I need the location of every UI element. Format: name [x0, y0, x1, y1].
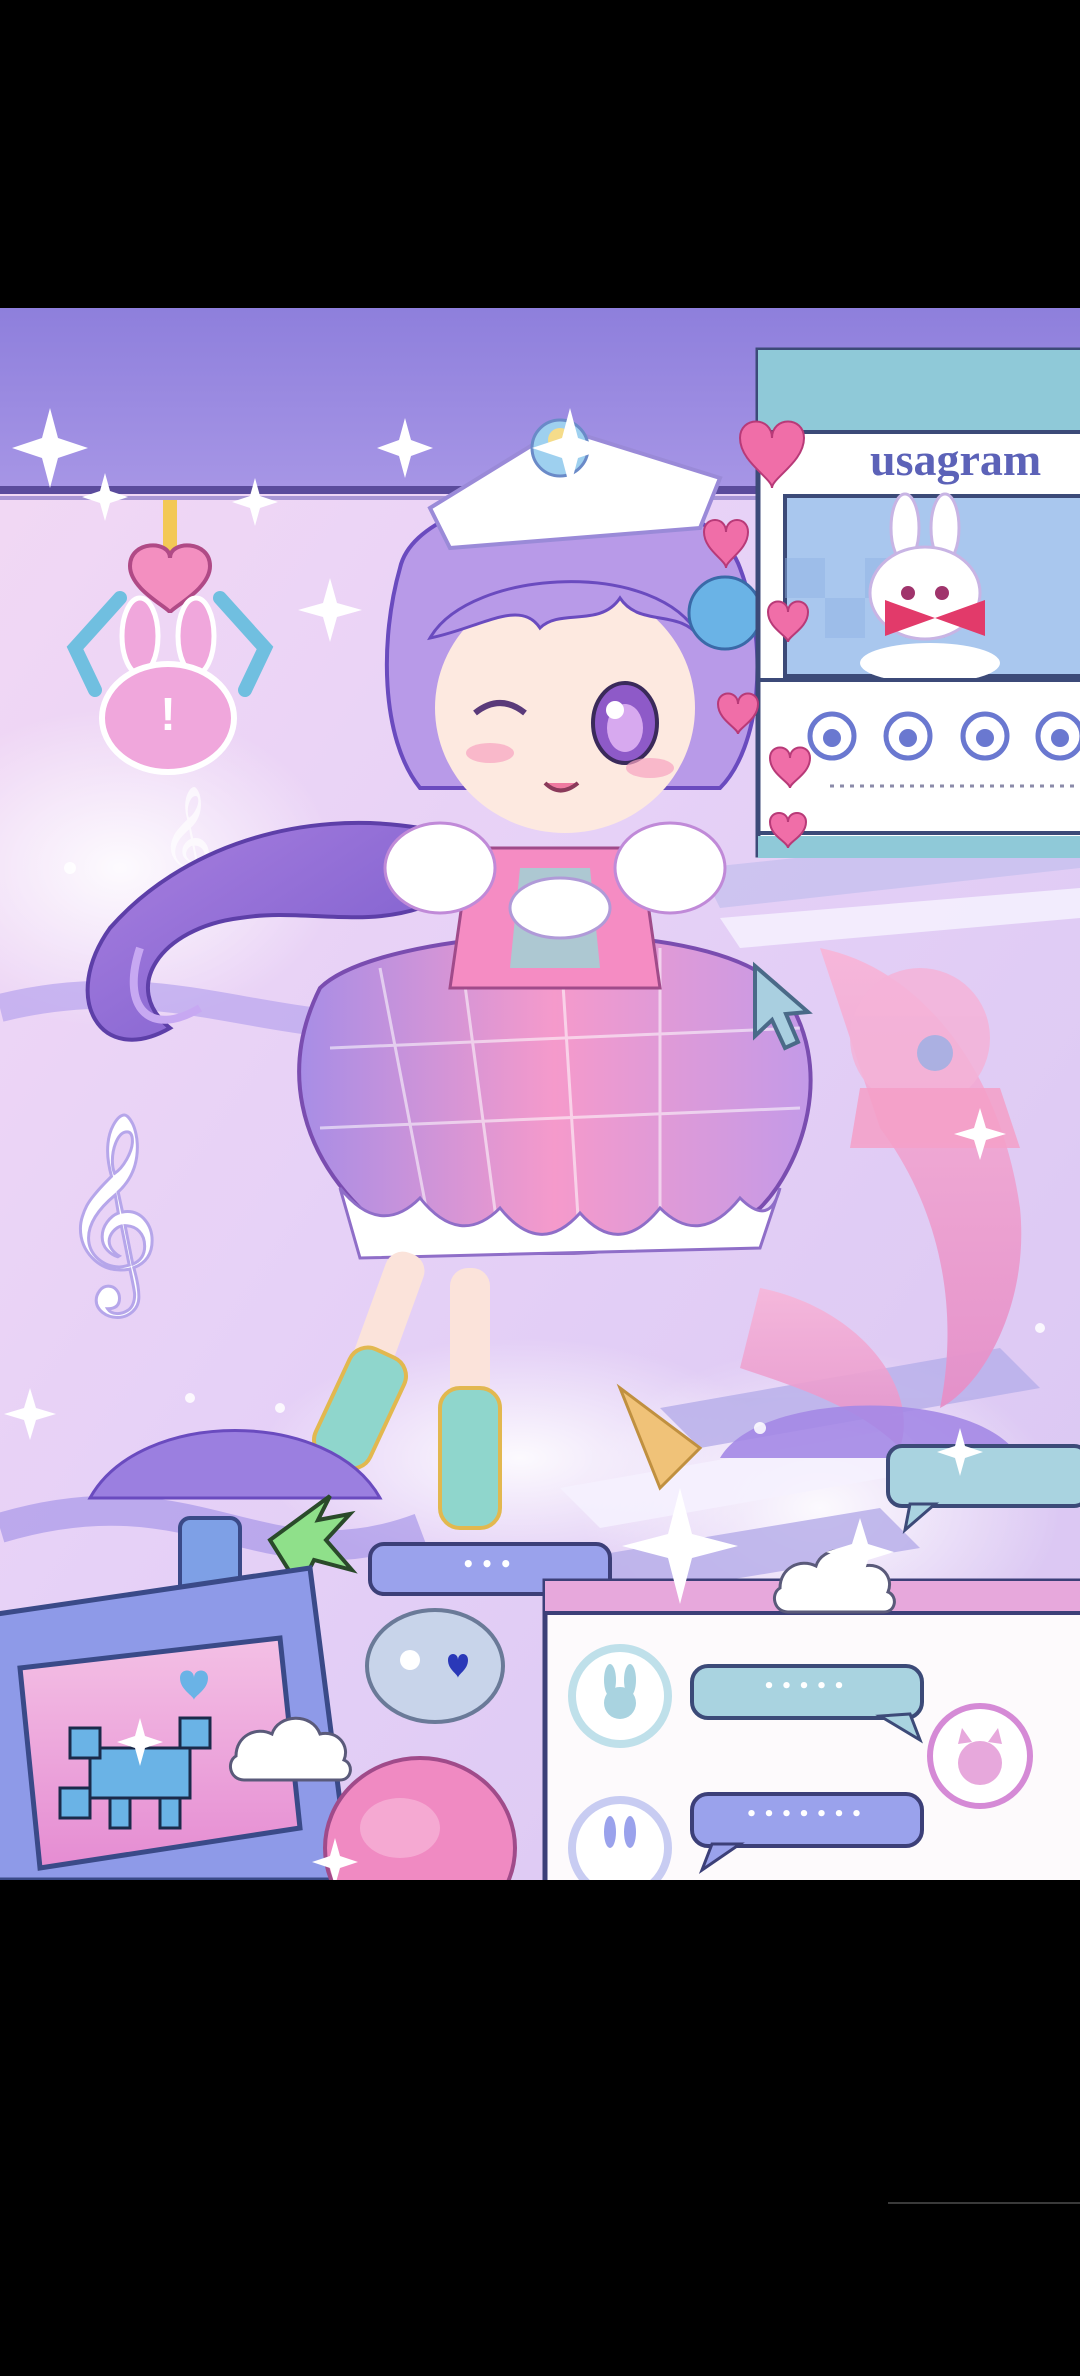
chat-bubble-2-text: ••••••• [745, 1804, 869, 1825]
bunny-avatar-icon [568, 1796, 672, 1880]
treble-clef-icon: 𝄞 [60, 1111, 160, 1317]
alert-mark: ! [160, 688, 176, 740]
pixel-ghost-icon [365, 1608, 505, 1724]
speech-bubble-left-text: ••• [461, 1552, 519, 1576]
home-indicator [888, 2202, 1080, 2204]
usagram-title: usagram [870, 434, 1042, 485]
usagram-card [755, 347, 1080, 858]
game-artwork: 𝄞 𝄞 [0, 308, 1080, 1880]
chat-bubble-1-text: ••••• [763, 1676, 851, 1697]
game-screen: 𝄞 𝄞 usagram ! ••• ••••• ••••••• [0, 308, 1080, 1880]
